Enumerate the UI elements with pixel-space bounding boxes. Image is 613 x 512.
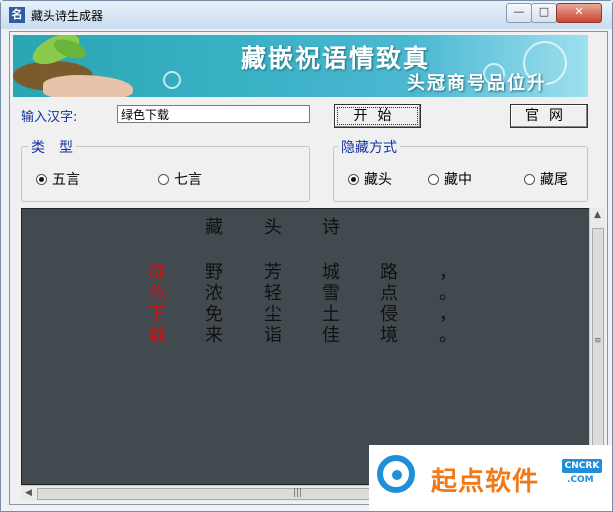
poem-char: 境	[380, 325, 398, 346]
hand-shape	[43, 75, 133, 97]
type-group: 类 型 五言 七言	[21, 137, 310, 202]
poem-line: 色 浓 轻 雪 点 。	[22, 279, 590, 304]
radio-label: 藏头	[364, 172, 392, 188]
watermark: 起点软件 CNCRK .COM	[369, 445, 612, 511]
start-button[interactable]: 开始	[334, 104, 421, 128]
radio-dot-icon	[348, 173, 359, 185]
poem-char: 来	[205, 325, 223, 346]
maximize-button[interactable]: □	[531, 3, 557, 23]
poem-title-char: 诗	[322, 217, 340, 238]
radio-dot-icon	[524, 173, 535, 185]
watermark-badge: CNCRK	[562, 459, 602, 473]
grip-icon: |||	[293, 488, 303, 498]
minimize-button[interactable]: —	[506, 3, 532, 23]
poem-punct: 。	[439, 325, 457, 346]
scroll-left-icon[interactable]: ◀	[21, 486, 36, 501]
poem-title-char: 藏	[205, 217, 223, 238]
vertical-scrollbar[interactable]: ▲ ≡ ▼	[589, 208, 605, 483]
window-title: 藏头诗生成器	[31, 9, 104, 23]
banner-slogan-main: 藏嵌祝语情致真	[241, 44, 431, 73]
poem-line: 绿 野 芳 城 路 ，	[22, 258, 590, 283]
radio-hide-middle[interactable]: 藏中	[428, 169, 472, 189]
app-window: 名 藏头诗生成器 — □ ✕ 藏嵌祝语情致真 头冠商号品位升 输入汉字: 绿色下…	[0, 0, 613, 512]
poem-output-area[interactable]: 藏 头 诗 绿 野 芳 城 路 ， 色 浓 轻 雪 点 。 下 免 尘 土 侵 …	[21, 208, 591, 485]
radio-dot-icon	[36, 173, 47, 185]
radio-label: 藏中	[444, 172, 472, 188]
radio-seven-char[interactable]: 七言	[158, 169, 202, 189]
poem-line: 下 免 尘 土 侵 ，	[22, 300, 590, 325]
input-label: 输入汉字:	[21, 110, 78, 125]
banner-image: 藏嵌祝语情致真 头冠商号品位升	[13, 35, 588, 97]
poem-line: 载 来 诣 佳 境 。	[22, 321, 590, 346]
poem-head-char: 载	[148, 325, 166, 346]
grip-icon: ≡	[594, 336, 602, 346]
chinese-text-input[interactable]: 绿色下载	[117, 105, 310, 123]
radio-label: 五言	[52, 172, 80, 188]
app-icon: 名	[9, 7, 25, 23]
mode-group-legend: 隐藏方式	[338, 137, 400, 157]
radio-label: 藏尾	[540, 172, 568, 188]
watermark-brand: 起点软件	[431, 467, 540, 497]
title-bar[interactable]: 名 藏头诗生成器 — □ ✕	[1, 1, 612, 29]
close-button[interactable]: ✕	[556, 3, 602, 23]
brand-logo-icon	[377, 455, 415, 493]
radio-hide-head[interactable]: 藏头	[348, 169, 392, 189]
watermark-domain: .COM	[567, 475, 594, 485]
scroll-up-icon[interactable]: ▲	[590, 208, 605, 223]
website-button[interactable]: 官网	[510, 104, 588, 128]
poem-char: 诣	[264, 325, 282, 346]
poem-char: 佳	[322, 325, 340, 346]
bubble-decoration	[163, 71, 181, 89]
poem-title-char: 头	[264, 217, 282, 238]
radio-hide-tail[interactable]: 藏尾	[524, 169, 568, 189]
radio-dot-icon	[158, 173, 169, 185]
client-area: 藏嵌祝语情致真 头冠商号品位升 输入汉字: 绿色下载 开始 官网 类 型 五言 …	[9, 31, 608, 505]
radio-dot-icon	[428, 173, 439, 185]
mode-group: 隐藏方式 藏头 藏中 藏尾	[333, 137, 588, 202]
radio-five-char[interactable]: 五言	[36, 169, 80, 189]
type-group-legend: 类 型	[28, 137, 76, 157]
banner-slogan-sub: 头冠商号品位升	[407, 73, 547, 94]
radio-label: 七言	[174, 172, 202, 188]
